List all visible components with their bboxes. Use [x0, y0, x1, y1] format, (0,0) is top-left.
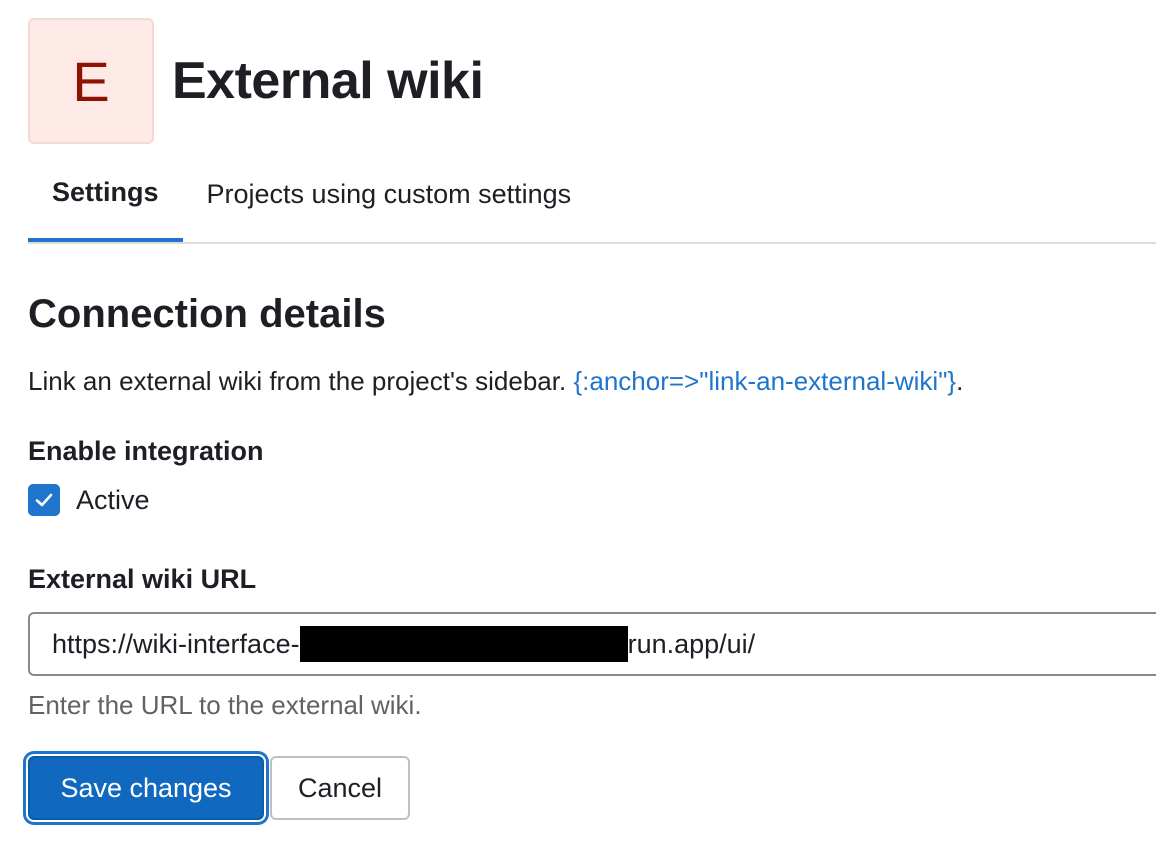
save-changes-button[interactable]: Save changes [28, 756, 264, 820]
description-text: Link an external wiki from the project's… [28, 366, 574, 396]
external-wiki-url-input[interactable]: https://wiki-interface-run.app/ui/ [28, 612, 1156, 676]
url-help-text: Enter the URL to the external wiki. [28, 690, 422, 720]
url-value-prefix: https://wiki-interface- [52, 628, 300, 659]
description-end: . [956, 366, 964, 396]
enable-integration-label: Enable integration [28, 436, 264, 466]
tab-bar: Settings Projects using custom settings [28, 162, 1156, 244]
external-wiki-url-label: External wiki URL [28, 564, 257, 594]
page-header: E External wiki [28, 18, 484, 144]
integration-avatar: E [28, 18, 154, 144]
avatar-letter: E [72, 49, 110, 113]
page-title: External wiki [172, 52, 484, 110]
integration-settings-page: E External wiki Settings Projects using … [0, 0, 1156, 844]
section-description: Link an external wiki from the project's… [28, 366, 963, 397]
docs-anchor-link[interactable]: {:anchor=>"link-an-external-wiki"} [573, 366, 956, 396]
active-checkbox-label: Active [76, 484, 150, 515]
active-checkbox[interactable] [28, 484, 60, 516]
active-checkbox-row[interactable]: Active [28, 484, 150, 516]
checkmark-icon [35, 493, 53, 507]
section-title: Connection details [28, 292, 386, 336]
tab-settings[interactable]: Settings [28, 162, 183, 242]
tab-projects-using-custom-settings[interactable]: Projects using custom settings [183, 162, 596, 242]
redacted-block [299, 626, 628, 662]
cancel-button[interactable]: Cancel [270, 756, 410, 820]
url-value-suffix: run.app/ui/ [627, 628, 756, 659]
